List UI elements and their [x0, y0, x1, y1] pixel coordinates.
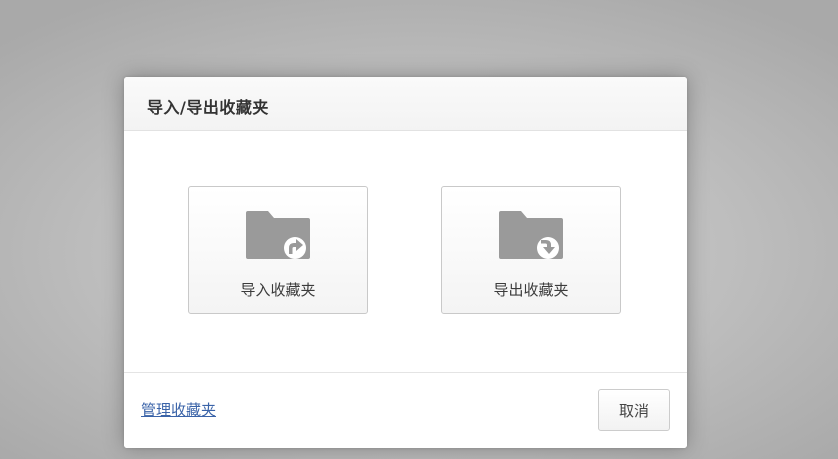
export-card-label: 导出收藏夹 [493, 281, 569, 299]
dialog-body: 导入收藏夹 导出收藏夹 [124, 131, 687, 372]
dialog-footer: 管理收藏夹 取消 [124, 372, 687, 448]
dialog-title: 导入/导出收藏夹 [147, 98, 269, 117]
folder-download-icon [499, 211, 563, 259]
manage-bookmarks-link[interactable]: 管理收藏夹 [141, 399, 216, 420]
dialog-header: 导入/导出收藏夹 [124, 77, 687, 131]
import-bookmarks-button[interactable]: 导入收藏夹 [188, 186, 368, 314]
import-export-bookmarks-dialog: 导入/导出收藏夹 导入收藏夹 导出收藏夹 管理收藏夹 取消 [124, 77, 687, 448]
import-card-label: 导入收藏夹 [240, 281, 316, 299]
cancel-button[interactable]: 取消 [598, 389, 670, 431]
folder-upload-icon [246, 211, 310, 259]
export-bookmarks-button[interactable]: 导出收藏夹 [441, 186, 621, 314]
